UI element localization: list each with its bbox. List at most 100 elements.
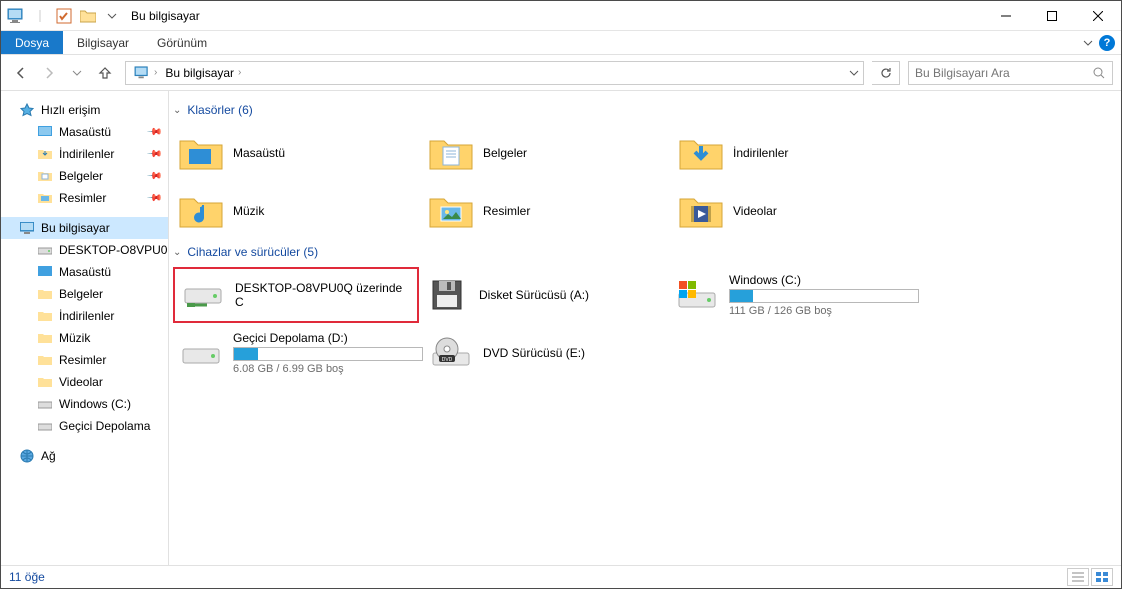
item-label: Disket Sürücüsü (A:) xyxy=(479,288,665,302)
sidebar-item-label: Masaüstü xyxy=(59,125,111,139)
navigation-pane: Hızlı erişim Masaüstü 📌 İndirilenler 📌 B… xyxy=(1,91,169,565)
device-remote-c[interactable]: DESKTOP-O8VPU0Q üzerinde C xyxy=(173,267,419,323)
pictures-icon xyxy=(37,190,53,206)
device-floppy[interactable]: Disket Sürücüsü (A:) xyxy=(419,267,669,323)
item-label: Masaüstü xyxy=(233,146,419,160)
folder-music[interactable]: "} Müzik xyxy=(173,183,423,239)
sidebar-desktop[interactable]: Masaüstü 📌 xyxy=(1,121,168,143)
pictures-icon xyxy=(37,352,53,368)
folder-documents[interactable]: Belgeler xyxy=(423,125,673,181)
help-icon[interactable]: ? xyxy=(1099,35,1115,51)
chevron-down-icon: ⌄ xyxy=(173,247,181,258)
desktop-icon xyxy=(37,124,53,140)
sidebar-pc-videos[interactable]: Videolar xyxy=(1,371,168,393)
sidebar-item-label: Resimler xyxy=(59,353,106,367)
drive-icon xyxy=(37,418,53,434)
qat-dropdown-icon[interactable] xyxy=(101,5,123,27)
item-label: DESKTOP-O8VPU0Q üzerinde C xyxy=(235,281,413,309)
search-box[interactable] xyxy=(908,61,1113,85)
sidebar-item-label: Ağ xyxy=(41,449,56,463)
back-button[interactable] xyxy=(9,61,33,85)
desktop-icon xyxy=(37,264,53,280)
sidebar-item-label: İndirilenler xyxy=(59,309,114,323)
refresh-button[interactable] xyxy=(872,61,900,85)
breadcrumb-root-icon[interactable]: › xyxy=(130,62,161,84)
sidebar-pc-desktop[interactable]: Masaüstü xyxy=(1,261,168,283)
tab-file[interactable]: Dosya xyxy=(1,31,63,54)
close-button[interactable] xyxy=(1075,1,1121,31)
minimize-button[interactable] xyxy=(983,1,1029,31)
tab-view[interactable]: Görünüm xyxy=(143,31,221,54)
sidebar-item-label: Videolar xyxy=(59,375,103,389)
svg-text:DVD: DVD xyxy=(442,357,453,363)
breadcrumb-this-pc[interactable]: Bu bilgisayar › xyxy=(161,62,245,84)
folder-downloads[interactable]: İndirilenler xyxy=(673,125,923,181)
address-bar[interactable]: › Bu bilgisayar › xyxy=(125,61,864,85)
recent-locations-button[interactable] xyxy=(65,61,89,85)
device-dvd[interactable]: DVD DVD Sürücüsü (E:) xyxy=(423,325,673,381)
sidebar-downloads[interactable]: İndirilenler 📌 xyxy=(1,143,168,165)
item-label: Resimler xyxy=(483,204,669,218)
ribbon-expand-icon[interactable] xyxy=(1083,38,1093,48)
breadcrumb-sep-icon[interactable]: › xyxy=(154,67,157,78)
os-drive-icon xyxy=(673,271,721,319)
breadcrumb-label: Bu bilgisayar xyxy=(165,66,234,80)
folder-documents-icon xyxy=(427,129,475,177)
drive-icon xyxy=(177,329,225,377)
dvd-drive-icon: DVD xyxy=(427,329,475,377)
new-folder-icon[interactable] xyxy=(77,5,99,27)
network-drive-icon xyxy=(179,271,227,319)
device-temp-d[interactable]: Geçici Depolama (D:) 6.08 GB / 6.99 GB b… xyxy=(173,325,423,381)
sidebar-pc-pictures[interactable]: Resimler xyxy=(1,349,168,371)
pin-icon: 📌 xyxy=(145,168,162,185)
sidebar-pc-documents[interactable]: Belgeler xyxy=(1,283,168,305)
search-input[interactable] xyxy=(915,66,1092,80)
sidebar-this-pc[interactable]: Bu bilgisayar xyxy=(1,217,168,239)
sidebar-item-label: Hızlı erişim xyxy=(41,103,100,117)
item-label: Videolar xyxy=(733,204,919,218)
content-pane: ⌄ Klasörler (6) Masaüstü Belgeler İndiri… xyxy=(169,91,1121,565)
sidebar-documents[interactable]: Belgeler 📌 xyxy=(1,165,168,187)
item-label: DVD Sürücüsü (E:) xyxy=(483,346,669,360)
large-icons-view-button[interactable] xyxy=(1091,568,1113,586)
group-title: Cihazlar ve sürücüler (5) xyxy=(187,245,318,259)
sidebar-network[interactable]: Ağ xyxy=(1,445,168,467)
folder-videos[interactable]: Videolar xyxy=(673,183,923,239)
downloads-icon xyxy=(37,308,53,324)
folder-pictures[interactable]: Resimler xyxy=(423,183,673,239)
maximize-button[interactable] xyxy=(1029,1,1075,31)
sidebar-item-label: Bu bilgisayar xyxy=(41,221,110,235)
downloads-icon xyxy=(37,146,53,162)
tab-computer[interactable]: Bilgisayar xyxy=(63,31,143,54)
breadcrumb-sep-icon[interactable]: › xyxy=(238,67,241,78)
sidebar-item-label: Müzik xyxy=(59,331,90,345)
sidebar-remote-drive[interactable]: DESKTOP-O8VPU0Q xyxy=(1,239,168,261)
floppy-icon xyxy=(423,271,471,319)
device-windows-c[interactable]: Windows (C:) 111 GB / 126 GB boş xyxy=(669,267,919,323)
properties-icon[interactable] xyxy=(53,5,75,27)
forward-button[interactable] xyxy=(37,61,61,85)
sidebar-pc-music[interactable]: Müzik xyxy=(1,327,168,349)
folder-desktop[interactable]: Masaüstü xyxy=(173,125,423,181)
item-label: Müzik xyxy=(233,204,419,218)
sidebar-drive-c[interactable]: Windows (C:) xyxy=(1,393,168,415)
drive-usage-bar xyxy=(729,289,919,303)
sidebar-drive-d[interactable]: Geçici Depolama xyxy=(1,415,168,437)
sidebar-pc-downloads[interactable]: İndirilenler xyxy=(1,305,168,327)
documents-icon xyxy=(37,286,53,302)
item-sublabel: 6.08 GB / 6.99 GB boş xyxy=(233,363,423,375)
sidebar-pictures[interactable]: Resimler 📌 xyxy=(1,187,168,209)
sidebar-item-label: Masaüstü xyxy=(59,265,111,279)
group-devices-header[interactable]: ⌄ Cihazlar ve sürücüler (5) xyxy=(173,241,1117,267)
address-dropdown-icon[interactable] xyxy=(849,68,859,78)
details-view-button[interactable] xyxy=(1067,568,1089,586)
group-folders-header[interactable]: ⌄ Klasörler (6) xyxy=(173,99,1117,125)
videos-icon xyxy=(37,374,53,390)
up-button[interactable] xyxy=(93,61,117,85)
item-sublabel: 111 GB / 126 GB boş xyxy=(729,305,919,317)
sidebar-item-label: Geçici Depolama xyxy=(59,419,150,433)
drive-icon xyxy=(37,396,53,412)
sidebar-quick-access[interactable]: Hızlı erişim xyxy=(1,99,168,121)
folder-videos-icon xyxy=(677,187,725,235)
search-icon[interactable] xyxy=(1092,66,1106,80)
